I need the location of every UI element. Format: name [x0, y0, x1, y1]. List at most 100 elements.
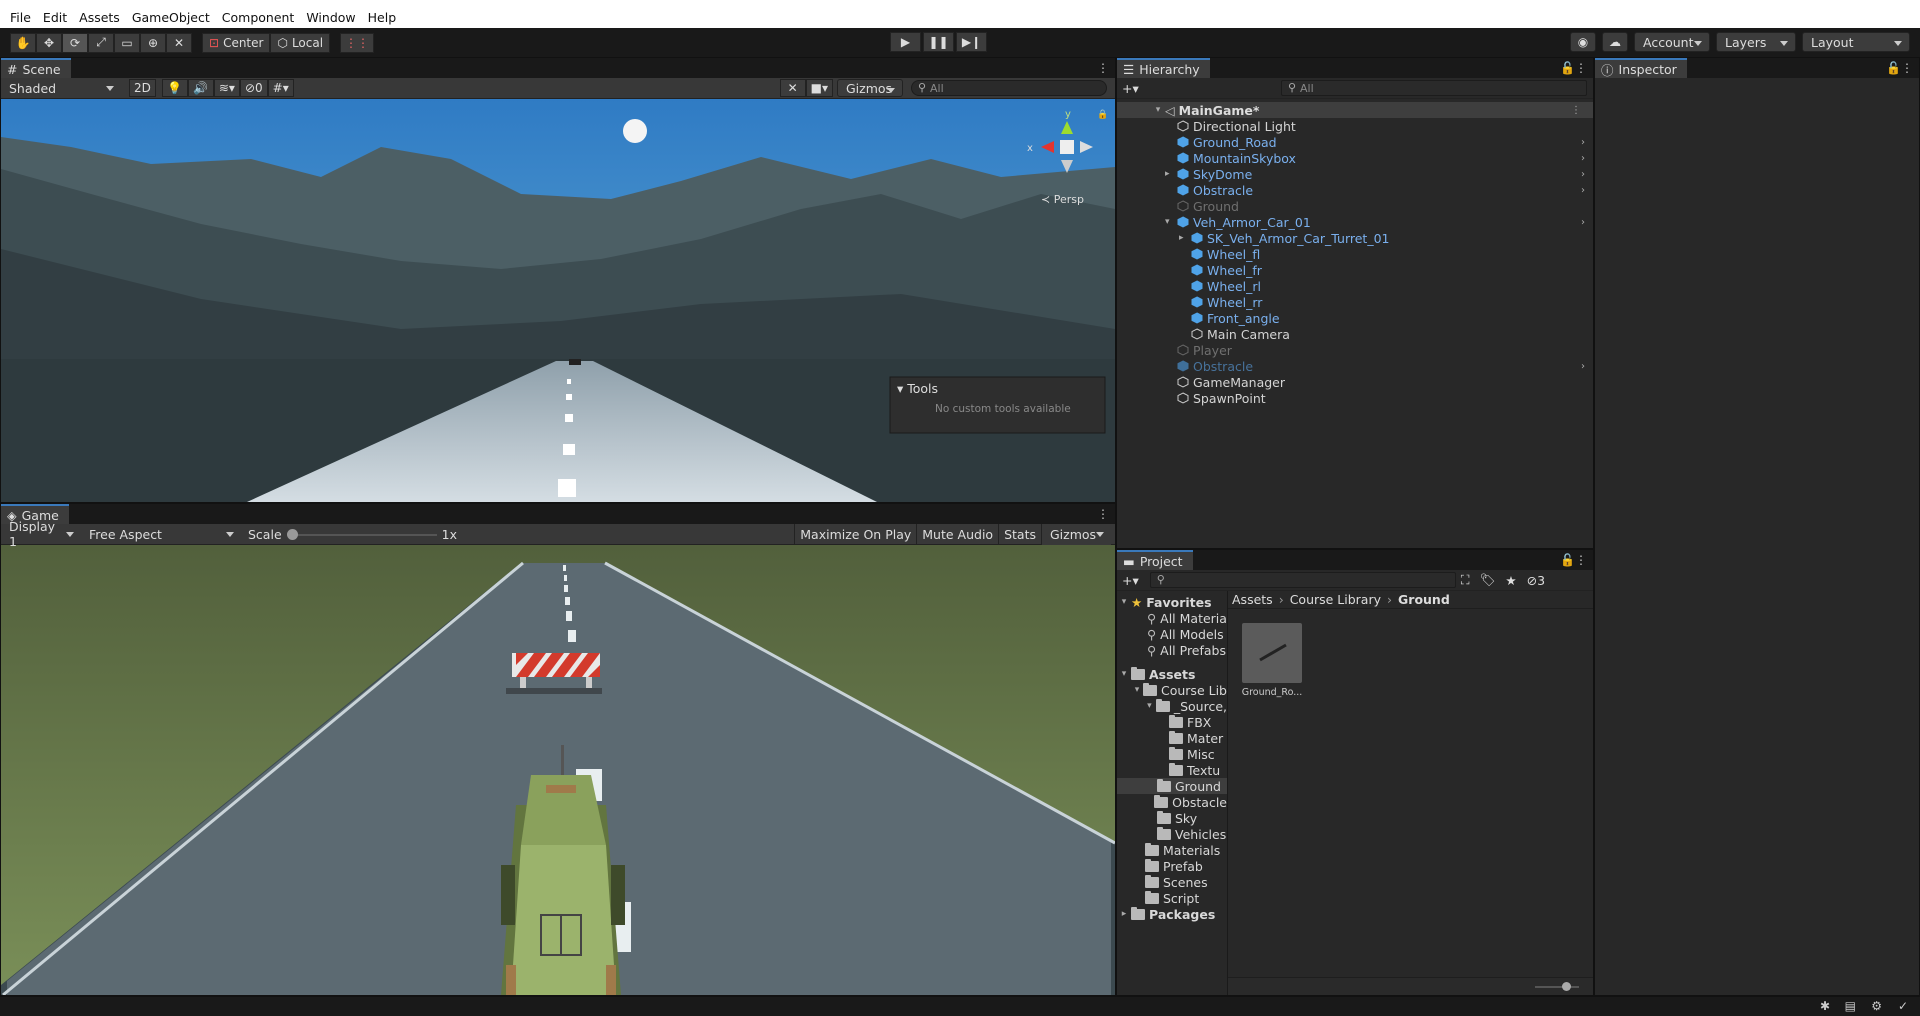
hidden-objects-toggle[interactable]: ⊘ 0: [239, 79, 268, 97]
camera-icon[interactable]: ■▾: [805, 79, 833, 97]
expand-arrow-icon[interactable]: ▾: [1133, 685, 1141, 695]
menu-file[interactable]: File: [4, 10, 37, 25]
hierarchy-item[interactable]: GameManager: [1117, 374, 1593, 390]
menu-help[interactable]: Help: [362, 10, 403, 25]
tab-project[interactable]: ▬ Project: [1117, 550, 1193, 570]
folder-item[interactable]: Obstacle: [1117, 794, 1227, 810]
menu-gameobject[interactable]: GameObject: [126, 10, 216, 25]
tab-hierarchy[interactable]: ☰ Hierarchy: [1117, 58, 1210, 78]
create-add-icon[interactable]: +▾: [1117, 78, 1144, 99]
grid-snap-icon[interactable]: ⋮⋮: [340, 32, 375, 53]
hierarchy-item[interactable]: ▸ SK_Veh_Armor_Car_Turret_01: [1117, 230, 1593, 246]
scene-row-menu-icon[interactable]: ⋮: [1571, 105, 1581, 116]
open-prefab-chevron-icon[interactable]: ›: [1581, 185, 1585, 196]
folder-item[interactable]: Vehicles: [1117, 826, 1227, 842]
scene-search-input[interactable]: All: [911, 80, 1107, 96]
account-dropdown[interactable]: Account: [1634, 32, 1710, 52]
scale-slider[interactable]: [286, 524, 437, 545]
folder-item[interactable]: Mater: [1117, 730, 1227, 746]
menu-edit[interactable]: Edit: [37, 10, 73, 25]
collab-icon[interactable]: ◉: [1570, 32, 1596, 52]
hierarchy-item[interactable]: ▾ Veh_Armor_Car_01 ›: [1117, 214, 1593, 230]
hierarchy-item[interactable]: Front_angle: [1117, 310, 1593, 326]
hierarchy-item[interactable]: Obstracle ›: [1117, 182, 1593, 198]
persp-label[interactable]: ≺ Persp: [1041, 193, 1084, 206]
hierarchy-item[interactable]: Wheel_fl: [1117, 246, 1593, 262]
hierarchy-item[interactable]: Main Camera: [1117, 326, 1593, 342]
expand-arrow-icon[interactable]: ▾: [1145, 701, 1154, 711]
breadcrumb-ground[interactable]: Ground: [1398, 592, 1450, 607]
project-search-input[interactable]: [1149, 572, 1456, 588]
rotate-tool-icon[interactable]: ⟳: [62, 32, 88, 53]
scene-view[interactable]: y x ≺ Persp 🔒 ▾ Tools No custom tools av…: [1, 99, 1115, 502]
shading-dropdown[interactable]: Shaded: [1, 78, 121, 98]
folder-item[interactable]: Misc: [1117, 746, 1227, 762]
breadcrumb-course-library[interactable]: Course Library: [1290, 592, 1381, 607]
custom-tool-icon[interactable]: ✕: [166, 32, 192, 53]
open-prefab-chevron-icon[interactable]: ›: [1581, 217, 1585, 228]
folder-item[interactable]: Materials: [1117, 842, 1227, 858]
display-dropdown[interactable]: Display 1: [1, 519, 81, 549]
expand-arrow-icon[interactable]: ▾: [1119, 597, 1129, 607]
folder-item[interactable]: FBX: [1117, 714, 1227, 730]
scene-root-row[interactable]: ▾ ◁ MainGame* ⋮: [1117, 102, 1593, 118]
hierarchy-item[interactable]: Wheel_fr: [1117, 262, 1593, 278]
menu-assets[interactable]: Assets: [73, 10, 126, 25]
pause-icon[interactable]: ❚❚: [923, 32, 954, 52]
debug-mode-icon[interactable]: ⚙: [1871, 999, 1882, 1013]
hierarchy-item[interactable]: Directional Light: [1117, 118, 1593, 134]
scene-menu-icon[interactable]: ⋮: [1097, 61, 1109, 75]
aspect-dropdown[interactable]: Free Aspect: [81, 524, 241, 544]
folder-item[interactable]: Scenes: [1117, 874, 1227, 890]
maximize-on-play-toggle[interactable]: Maximize On Play: [794, 523, 916, 545]
cloud-icon[interactable]: ☁: [1602, 32, 1628, 52]
open-prefab-chevron-icon[interactable]: ›: [1581, 137, 1585, 148]
thumbnail-size-slider[interactable]: [1535, 986, 1579, 988]
hierarchy-item[interactable]: Wheel_rl: [1117, 278, 1593, 294]
project-menu-icon[interactable]: ⋮: [1575, 553, 1587, 567]
hierarchy-item[interactable]: Ground_Road ›: [1117, 134, 1593, 150]
cache-server-icon[interactable]: ▤: [1845, 999, 1856, 1013]
project-create-icon[interactable]: +▾: [1117, 570, 1144, 591]
rect-tool-icon[interactable]: ▭: [114, 32, 140, 53]
favorites-row[interactable]: ▾ ★ Favorites: [1117, 594, 1227, 610]
hierarchy-item[interactable]: MountainSkybox ›: [1117, 150, 1593, 166]
thumbnail-size-thumb[interactable]: [1562, 982, 1571, 991]
folder-item[interactable]: Prefab: [1117, 858, 1227, 874]
expand-arrow-icon[interactable]: ▾: [1119, 669, 1129, 679]
folder-item[interactable]: Ground: [1117, 778, 1227, 794]
2d-toggle[interactable]: 2D: [129, 79, 156, 97]
stats-toggle[interactable]: Stats: [998, 523, 1041, 545]
tools-icon[interactable]: ✕: [779, 79, 806, 97]
move-tool-icon[interactable]: ✥: [36, 32, 62, 53]
pivot-local-toggle[interactable]: ⬡ Local: [270, 32, 331, 53]
expand-arrow-icon[interactable]: ▾: [1165, 217, 1170, 227]
hierarchy-menu-icon[interactable]: ⋮: [1575, 61, 1587, 75]
expand-arrow-icon[interactable]: ▾: [1153, 105, 1163, 115]
menu-component[interactable]: Component: [216, 10, 301, 25]
breadcrumb-assets[interactable]: Assets: [1232, 592, 1273, 607]
search-by-label-icon[interactable]: 🏷: [1475, 570, 1501, 591]
hierarchy-item[interactable]: ▸ SkyDome ›: [1117, 166, 1593, 182]
game-view[interactable]: [1, 545, 1115, 995]
favorite-search-item[interactable]: ⚲ All Models: [1117, 626, 1227, 642]
tab-inspector[interactable]: ⓘ Inspector: [1595, 58, 1687, 78]
progress-check-icon[interactable]: ✓: [1898, 999, 1908, 1013]
folder-item[interactable]: ▾ _Source,: [1117, 698, 1227, 714]
hand-tool-icon[interactable]: ✋: [10, 32, 36, 53]
inspector-menu-icon[interactable]: ⋮: [1901, 61, 1913, 75]
favorite-search-item[interactable]: ⚲ All Prefabs: [1117, 642, 1227, 658]
scale-slider-thumb[interactable]: [286, 528, 298, 540]
search-by-type-icon[interactable]: ⛶: [1456, 570, 1475, 591]
grid-icon[interactable]: #▾: [267, 79, 294, 97]
lock-icon[interactable]: 🔓: [1560, 61, 1575, 75]
scale-tool-icon[interactable]: ⤢: [88, 32, 114, 53]
inspector-lock-icon[interactable]: 🔓: [1886, 61, 1901, 75]
favorite-search-item[interactable]: ⚲ All Materia: [1117, 610, 1227, 626]
favorite-star-icon[interactable]: ★: [1500, 570, 1521, 591]
game-gizmos-dropdown[interactable]: Gizmos: [1041, 523, 1111, 545]
collapse-arrow-icon[interactable]: ▸: [1179, 233, 1184, 243]
open-prefab-chevron-icon[interactable]: ›: [1581, 169, 1585, 180]
hierarchy-item[interactable]: Player: [1117, 342, 1593, 358]
menu-window[interactable]: Window: [300, 10, 361, 25]
